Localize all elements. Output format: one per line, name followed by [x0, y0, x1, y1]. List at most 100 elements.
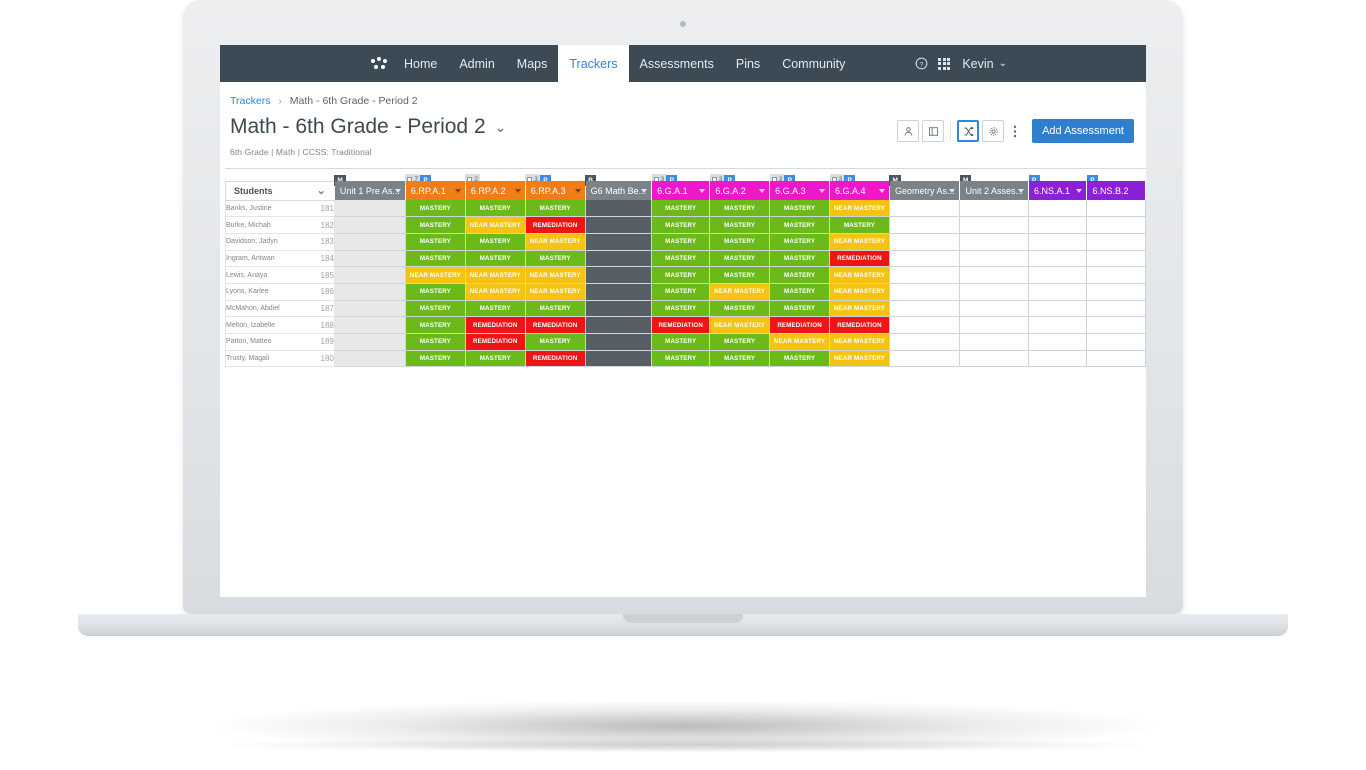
column-header-6-g-a-2[interactable]: 6.G.A.2: [709, 181, 771, 200]
score-cell[interactable]: MASTERY: [465, 300, 526, 318]
help-icon[interactable]: ?: [915, 57, 928, 70]
score-cell[interactable]: MASTERY: [769, 216, 831, 234]
score-cell[interactable]: NEAR MASTERY: [465, 266, 526, 284]
nav-item-maps[interactable]: Maps: [506, 45, 559, 82]
score-cell[interactable]: MASTERY: [709, 333, 771, 351]
column-menu-caret-icon[interactable]: [1076, 188, 1083, 193]
score-cell[interactable]: [333, 266, 406, 284]
score-cell[interactable]: NEAR MASTERY: [829, 300, 890, 318]
score-cell[interactable]: MASTERY: [651, 233, 711, 251]
score-cell[interactable]: [959, 300, 1029, 318]
score-cell[interactable]: [959, 233, 1029, 251]
more-options-kebab-icon[interactable]: [1007, 120, 1024, 142]
score-cell[interactable]: [333, 216, 406, 234]
score-cell[interactable]: NEAR MASTERY: [829, 266, 890, 284]
table-row[interactable]: Patton, Matteo 189 MASTERY REMEDIATION MASTE…: [225, 333, 1146, 351]
column-menu-caret-icon[interactable]: [574, 188, 581, 193]
score-cell[interactable]: [889, 283, 961, 301]
score-cell[interactable]: MASTERY: [405, 233, 466, 251]
score-cell[interactable]: [959, 266, 1029, 284]
column-header-g6-math-be[interactable]: G6 Math Be...: [585, 181, 653, 200]
score-cell[interactable]: MASTERY: [465, 250, 526, 268]
student-name-cell[interactable]: McMahon, Abdiel 187: [225, 300, 335, 318]
score-cell[interactable]: MASTERY: [405, 250, 466, 268]
score-cell[interactable]: MASTERY: [405, 333, 466, 351]
score-cell[interactable]: [1086, 233, 1146, 251]
score-cell[interactable]: MASTERY: [769, 350, 831, 368]
score-cell[interactable]: MASTERY: [525, 333, 586, 351]
score-cell[interactable]: MASTERY: [769, 283, 831, 301]
score-cell[interactable]: MASTERY: [465, 233, 526, 251]
nav-item-community[interactable]: Community: [771, 45, 856, 82]
score-cell[interactable]: [1086, 350, 1146, 368]
score-cell[interactable]: MASTERY: [651, 350, 711, 368]
score-cell[interactable]: [889, 250, 961, 268]
score-cell[interactable]: [889, 200, 961, 218]
student-view-button[interactable]: [897, 120, 920, 142]
score-cell[interactable]: [1028, 350, 1088, 368]
student-name-cell[interactable]: Ingram, Antwan 184: [225, 250, 335, 268]
score-cell[interactable]: MASTERY: [769, 233, 831, 251]
score-cell[interactable]: [1028, 283, 1088, 301]
score-cell[interactable]: MASTERY: [651, 216, 711, 234]
score-cell[interactable]: MASTERY: [651, 333, 711, 351]
score-cell[interactable]: [1086, 250, 1146, 268]
table-row[interactable]: Burke, Michah 182 MASTERY NEAR MASTERY REMED…: [225, 216, 1146, 234]
score-cell[interactable]: MASTERY: [525, 250, 586, 268]
shuffle-button[interactable]: [957, 120, 980, 142]
score-cell[interactable]: MASTERY: [405, 200, 466, 218]
score-cell[interactable]: [333, 250, 406, 268]
score-cell[interactable]: [889, 216, 961, 234]
title-dropdown-caret-icon[interactable]: ⌄: [495, 119, 507, 136]
score-cell[interactable]: REMEDIATION: [651, 316, 711, 334]
score-cell[interactable]: [959, 250, 1029, 268]
nav-item-home[interactable]: Home: [393, 45, 448, 82]
score-cell[interactable]: MASTERY: [405, 216, 466, 234]
column-menu-caret-icon[interactable]: [699, 188, 706, 193]
score-cell[interactable]: [585, 283, 653, 301]
dots-logo-icon[interactable]: [371, 56, 393, 71]
score-cell[interactable]: [959, 350, 1029, 368]
score-cell[interactable]: MASTERY: [651, 283, 711, 301]
table-row[interactable]: Banks, Justine 181 MASTERY MASTERY MASTERY MA…: [225, 200, 1146, 218]
column-menu-caret-icon[interactable]: [1018, 188, 1024, 193]
score-cell[interactable]: [585, 250, 653, 268]
table-row[interactable]: Lewis, Anaya 185 NEAR MASTERY NEAR MASTERY N…: [225, 266, 1146, 284]
score-cell[interactable]: [1086, 300, 1146, 318]
column-menu-caret-icon[interactable]: [514, 188, 521, 193]
column-menu-caret-icon[interactable]: [878, 188, 885, 193]
score-cell[interactable]: [1028, 300, 1088, 318]
score-cell[interactable]: NEAR MASTERY: [829, 233, 890, 251]
column-menu-caret-icon[interactable]: [641, 188, 648, 193]
score-cell[interactable]: MASTERY: [405, 283, 466, 301]
user-menu-caret-icon[interactable]: ⌄: [999, 58, 1007, 69]
score-cell[interactable]: MASTERY: [769, 250, 831, 268]
score-cell[interactable]: MASTERY: [709, 266, 771, 284]
score-cell[interactable]: NEAR MASTERY: [525, 233, 586, 251]
score-cell[interactable]: [959, 283, 1029, 301]
student-name-cell[interactable]: Melton, Izabelle 188: [225, 316, 335, 334]
nav-item-admin[interactable]: Admin: [448, 45, 505, 82]
score-cell[interactable]: MASTERY: [709, 216, 771, 234]
score-cell[interactable]: [333, 283, 406, 301]
column-header-6-g-a-4[interactable]: 6.G.A.4: [829, 181, 890, 200]
column-header-6-rp-a-3[interactable]: 6.RP.A.3: [525, 181, 586, 200]
student-name-cell[interactable]: Davidson, Jadyn 183: [225, 233, 335, 251]
score-cell[interactable]: NEAR MASTERY: [769, 333, 831, 351]
nav-item-assessments[interactable]: Assessments: [629, 45, 725, 82]
score-cell[interactable]: MASTERY: [769, 300, 831, 318]
student-name-cell[interactable]: Burke, Michah 182: [225, 216, 335, 234]
score-cell[interactable]: [333, 233, 406, 251]
column-header-unit-2-asses[interactable]: Unit 2 Asses...: [959, 181, 1029, 200]
user-menu-label[interactable]: Kevin: [962, 57, 993, 71]
score-cell[interactable]: [585, 200, 653, 218]
score-cell[interactable]: [1028, 250, 1088, 268]
score-cell[interactable]: [333, 200, 406, 218]
score-cell[interactable]: [889, 300, 961, 318]
column-menu-caret-icon[interactable]: [394, 188, 401, 193]
nav-item-pins[interactable]: Pins: [725, 45, 771, 82]
score-cell[interactable]: [889, 333, 961, 351]
score-cell[interactable]: MASTERY: [405, 350, 466, 368]
table-row[interactable]: Ingram, Antwan 184 MASTERY MASTERY MASTERY MA…: [225, 250, 1146, 268]
column-menu-caret-icon[interactable]: [454, 188, 461, 193]
